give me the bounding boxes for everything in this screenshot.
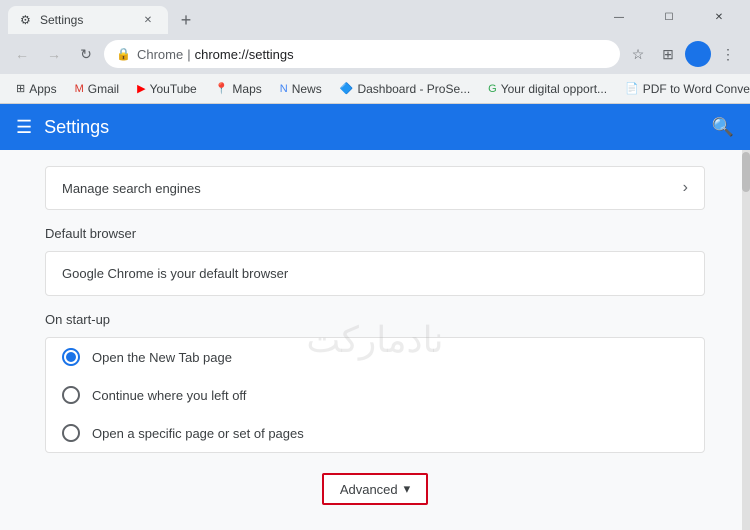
address-bar: ← → ↻ 🔒 Chrome | chrome://settings ☆ ⊞ ⋮	[0, 34, 750, 74]
chevron-right-icon: ›	[683, 179, 688, 197]
bookmark-gmail-label: Gmail	[88, 82, 119, 96]
bookmark-digital[interactable]: G Your digital opport...	[480, 79, 615, 99]
tab-area: ⚙ Settings ✕ +	[8, 0, 596, 34]
minimize-button[interactable]: —	[596, 3, 642, 31]
settings-page-title: Settings	[44, 117, 711, 138]
reload-button[interactable]: ↻	[72, 40, 100, 68]
startup-option-continue[interactable]: Continue where you left off	[46, 376, 704, 414]
window-controls: — ☐ ✕	[596, 3, 742, 31]
radio-specific-circle	[62, 424, 80, 442]
scrollbar-thumb[interactable]	[742, 152, 750, 192]
gmail-bookmark-icon: M	[75, 83, 84, 95]
content-inner: Manage search engines › Default browser …	[45, 150, 705, 521]
default-browser-text: Google Chrome is your default browser	[62, 266, 288, 281]
profile-avatar[interactable]	[684, 40, 712, 68]
more-menu-icon[interactable]: ⋮	[714, 40, 742, 68]
bookmark-maps[interactable]: 📍 Maps	[207, 79, 270, 99]
bookmark-star-icon[interactable]: ☆	[624, 40, 652, 68]
pdf-bookmark-icon: 📄	[625, 82, 639, 95]
radio-new-tab-inner	[66, 352, 76, 362]
default-browser-info: Google Chrome is your default browser	[45, 251, 705, 296]
news-bookmark-icon: N	[280, 83, 288, 95]
advanced-button[interactable]: Advanced ▾	[322, 473, 428, 505]
bookmark-dashboard-label: Dashboard - ProSe...	[357, 82, 470, 96]
bookmark-dashboard[interactable]: 🔷 Dashboard - ProSe...	[332, 79, 478, 99]
lock-icon: 🔒	[116, 47, 131, 61]
bookmark-pdf-label: PDF to Word Conve...	[643, 82, 750, 96]
profile-icon	[685, 41, 711, 67]
hamburger-menu-icon[interactable]: ☰	[16, 117, 32, 138]
startup-options-box: Open the New Tab page Continue where you…	[45, 337, 705, 453]
default-browser-section: Default browser Google Chrome is your de…	[45, 226, 705, 296]
advanced-btn-container: Advanced ▾	[45, 473, 705, 505]
advanced-button-label: Advanced	[340, 482, 398, 497]
bookmark-youtube[interactable]: ▶ YouTube	[129, 79, 205, 99]
startup-option-new-tab[interactable]: Open the New Tab page	[46, 338, 704, 376]
omnibox-separator: |	[187, 47, 190, 62]
manage-search-engines-row[interactable]: Manage search engines ›	[45, 166, 705, 210]
startup-option-specific[interactable]: Open a specific page or set of pages	[46, 414, 704, 452]
bookmark-apps[interactable]: ⊞ Apps	[8, 79, 65, 99]
digital-bookmark-icon: G	[488, 83, 497, 95]
dashboard-bookmark-icon: 🔷	[340, 82, 354, 95]
apps-bookmark-icon: ⊞	[16, 82, 25, 95]
youtube-bookmark-icon: ▶	[137, 82, 145, 95]
omnibox-url: chrome://settings	[195, 47, 294, 62]
bookmark-gmail[interactable]: M Gmail	[67, 79, 128, 99]
default-browser-title: Default browser	[45, 226, 705, 241]
toolbar-icons: ☆ ⊞ ⋮	[624, 40, 742, 68]
tab-favicon-icon: ⚙	[20, 13, 34, 27]
back-button[interactable]: ←	[8, 40, 36, 68]
tab-title-label: Settings	[40, 13, 140, 27]
scrollbar-track	[742, 150, 750, 530]
omnibox-source: Chrome	[137, 47, 183, 62]
maximize-button[interactable]: ☐	[646, 3, 692, 31]
new-tab-button[interactable]: +	[172, 6, 200, 34]
startup-continue-label: Continue where you left off	[92, 388, 246, 403]
bookmark-pdf[interactable]: 📄 PDF to Word Conve...	[617, 79, 750, 99]
bookmark-digital-label: Your digital opport...	[501, 82, 607, 96]
settings-search-icon[interactable]: 🔍	[712, 117, 734, 138]
bookmark-maps-label: Maps	[232, 82, 261, 96]
radio-continue-circle	[62, 386, 80, 404]
startup-section: On start-up Open the New Tab page Contin…	[45, 312, 705, 453]
bookmarks-bar: ⊞ Apps M Gmail ▶ YouTube 📍 Maps N News 🔷…	[0, 74, 750, 104]
advanced-chevron-icon: ▾	[404, 481, 411, 497]
settings-header: ☰ Settings 🔍	[0, 104, 750, 150]
manage-search-engines-label: Manage search engines	[62, 181, 201, 196]
maps-bookmark-icon: 📍	[215, 82, 229, 95]
main-content: نادمارکت Manage search engines › Default…	[0, 150, 750, 530]
tab-close-button[interactable]: ✕	[140, 12, 156, 28]
omnibox[interactable]: 🔒 Chrome | chrome://settings	[104, 40, 620, 68]
bookmark-apps-label: Apps	[29, 82, 56, 96]
startup-section-title: On start-up	[45, 312, 705, 327]
startup-new-tab-label: Open the New Tab page	[92, 350, 232, 365]
radio-new-tab-circle	[62, 348, 80, 366]
startup-specific-label: Open a specific page or set of pages	[92, 426, 304, 441]
forward-button[interactable]: →	[40, 40, 68, 68]
extensions-icon[interactable]: ⊞	[654, 40, 682, 68]
bookmark-news[interactable]: N News	[272, 79, 330, 99]
settings-tab[interactable]: ⚙ Settings ✕	[8, 6, 168, 34]
bookmark-news-label: News	[292, 82, 322, 96]
close-button[interactable]: ✕	[696, 3, 742, 31]
bookmark-youtube-label: YouTube	[150, 82, 197, 96]
title-bar: ⚙ Settings ✕ + — ☐ ✕	[0, 0, 750, 34]
